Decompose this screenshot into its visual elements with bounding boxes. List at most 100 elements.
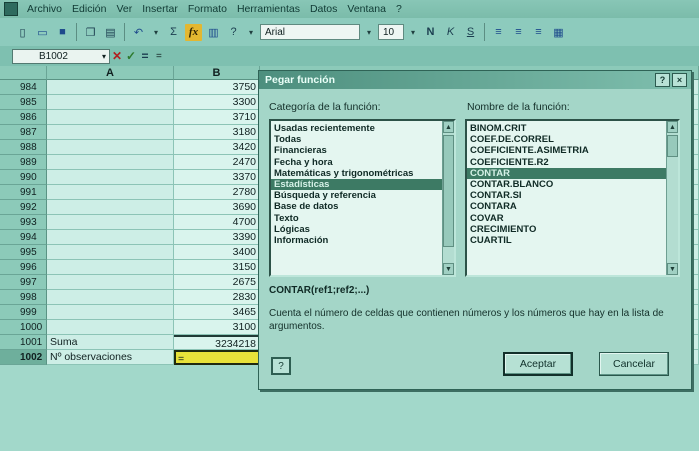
cell-b[interactable]: 3400: [174, 245, 260, 260]
scroll-up-icon[interactable]: ▲: [667, 121, 678, 133]
active-cell[interactable]: =: [174, 350, 260, 365]
autosum-button[interactable]: Σ: [165, 24, 182, 41]
cell-a[interactable]: [47, 95, 174, 110]
name-box[interactable]: B1002 ▾: [12, 48, 110, 64]
cell-a[interactable]: [47, 170, 174, 185]
copy-icon[interactable]: ❐: [82, 24, 99, 41]
row-header[interactable]: 994: [0, 230, 47, 245]
cell-a[interactable]: [47, 140, 174, 155]
cell-a[interactable]: [47, 125, 174, 140]
save-icon[interactable]: ■: [54, 24, 71, 41]
function-item[interactable]: CONTAR: [467, 167, 678, 179]
function-item[interactable]: CUARTIL: [467, 235, 678, 246]
cell-a[interactable]: [47, 80, 174, 95]
cell-b[interactable]: 2780: [174, 185, 260, 200]
office-assistant-button[interactable]: ?: [271, 357, 291, 375]
formula-content[interactable]: =: [156, 51, 162, 62]
menu-edicion[interactable]: Edición: [67, 3, 111, 15]
menu-help[interactable]: ?: [391, 3, 407, 15]
cell-b[interactable]: 3370: [174, 170, 260, 185]
edit-formula-icon[interactable]: =: [138, 49, 152, 63]
cell-b[interactable]: 3420: [174, 140, 260, 155]
cell-a[interactable]: [47, 290, 174, 305]
dialog-help-button[interactable]: ?: [655, 73, 670, 87]
merge-center-icon[interactable]: ▦: [550, 24, 567, 41]
cell-b[interactable]: 4700: [174, 215, 260, 230]
cell-a[interactable]: [47, 215, 174, 230]
function-listbox[interactable]: BINOM.CRIT COEF.DE.CORREL COEFICIENTE.ASIM…: [465, 119, 680, 277]
function-item[interactable]: COEFICIENTE.ASIMETRIA: [467, 145, 678, 156]
dialog-close-button[interactable]: ×: [672, 73, 687, 87]
category-scrollbar[interactable]: ▲ ▼: [442, 121, 454, 275]
scroll-down-icon[interactable]: ▼: [443, 263, 454, 275]
cell-b[interactable]: 3750: [174, 80, 260, 95]
category-item[interactable]: Todas: [271, 134, 454, 145]
category-item[interactable]: Texto: [271, 213, 454, 224]
cell-b[interactable]: 3710: [174, 110, 260, 125]
category-item[interactable]: Estadísticas: [271, 178, 454, 191]
cell-a[interactable]: [47, 185, 174, 200]
function-item[interactable]: BINOM.CRIT: [467, 123, 678, 134]
cell-a[interactable]: [47, 305, 174, 320]
row-header[interactable]: 1000: [0, 320, 47, 335]
menu-herramientas[interactable]: Herramientas: [232, 3, 305, 15]
row-header[interactable]: 992: [0, 200, 47, 215]
paste-icon[interactable]: ▤: [102, 24, 119, 41]
row-header[interactable]: 998: [0, 290, 47, 305]
dialog-title-bar[interactable]: Pegar función ? ×: [259, 71, 691, 89]
category-item[interactable]: Lógicas: [271, 224, 454, 235]
row-header[interactable]: 987: [0, 125, 47, 140]
column-header-a[interactable]: A: [47, 66, 174, 80]
category-item[interactable]: Base de datos: [271, 201, 454, 212]
cell-b[interactable]: 3234218: [174, 335, 260, 350]
align-center-icon[interactable]: ≡: [510, 24, 527, 41]
function-item[interactable]: COEF.DE.CORREL: [467, 134, 678, 145]
function-item[interactable]: COVAR: [467, 213, 678, 224]
row-header[interactable]: 997: [0, 275, 47, 290]
accept-button[interactable]: Aceptar: [503, 352, 573, 376]
row-header[interactable]: 1001: [0, 335, 47, 350]
cell-b[interactable]: 3465: [174, 305, 260, 320]
row-header[interactable]: 999: [0, 305, 47, 320]
help-icon[interactable]: ?: [225, 24, 242, 41]
menu-datos[interactable]: Datos: [305, 3, 342, 15]
cell-a[interactable]: [47, 200, 174, 215]
cell-b[interactable]: 3390: [174, 230, 260, 245]
undo-icon[interactable]: ↶: [130, 24, 147, 41]
row-header[interactable]: 995: [0, 245, 47, 260]
bold-button[interactable]: N: [422, 24, 439, 41]
new-file-icon[interactable]: ▯: [14, 24, 31, 41]
font-name-dropdown-icon[interactable]: ▾: [363, 24, 375, 40]
function-item[interactable]: COEFICIENTE.R2: [467, 157, 678, 168]
row-header[interactable]: 985: [0, 95, 47, 110]
category-item[interactable]: Financieras: [271, 145, 454, 156]
select-all-corner[interactable]: [0, 66, 47, 80]
cell-a[interactable]: [47, 245, 174, 260]
category-item[interactable]: Información: [271, 235, 454, 246]
font-size-select[interactable]: 10: [378, 24, 404, 40]
cell-b[interactable]: 2830: [174, 290, 260, 305]
function-item[interactable]: CONTAR.BLANCO: [467, 179, 678, 190]
chart-wizard-icon[interactable]: ▥: [205, 24, 222, 41]
function-item[interactable]: CONTAR.SI: [467, 190, 678, 201]
row-header[interactable]: 993: [0, 215, 47, 230]
cell-b[interactable]: 3690: [174, 200, 260, 215]
cancel-entry-icon[interactable]: ✕: [110, 49, 124, 63]
cell-a[interactable]: [47, 230, 174, 245]
row-header[interactable]: 989: [0, 155, 47, 170]
cell-b[interactable]: 3150: [174, 260, 260, 275]
cancel-button[interactable]: Cancelar: [599, 352, 669, 376]
font-size-dropdown-icon[interactable]: ▾: [407, 24, 419, 40]
function-item[interactable]: CONTARA: [467, 201, 678, 212]
row-header[interactable]: 996: [0, 260, 47, 275]
category-item[interactable]: Usadas recientemente: [271, 123, 454, 134]
row-header[interactable]: 1002: [0, 350, 47, 365]
row-header[interactable]: 986: [0, 110, 47, 125]
cell-b[interactable]: 2470: [174, 155, 260, 170]
category-listbox[interactable]: Usadas recientemente Todas Financieras Fech…: [269, 119, 456, 277]
scroll-thumb[interactable]: [667, 135, 678, 157]
cell-a[interactable]: [47, 275, 174, 290]
function-scrollbar[interactable]: ▲ ▼: [666, 121, 678, 275]
cell-a[interactable]: Suma: [47, 335, 174, 350]
category-item[interactable]: Matemáticas y trigonométricas: [271, 168, 454, 179]
